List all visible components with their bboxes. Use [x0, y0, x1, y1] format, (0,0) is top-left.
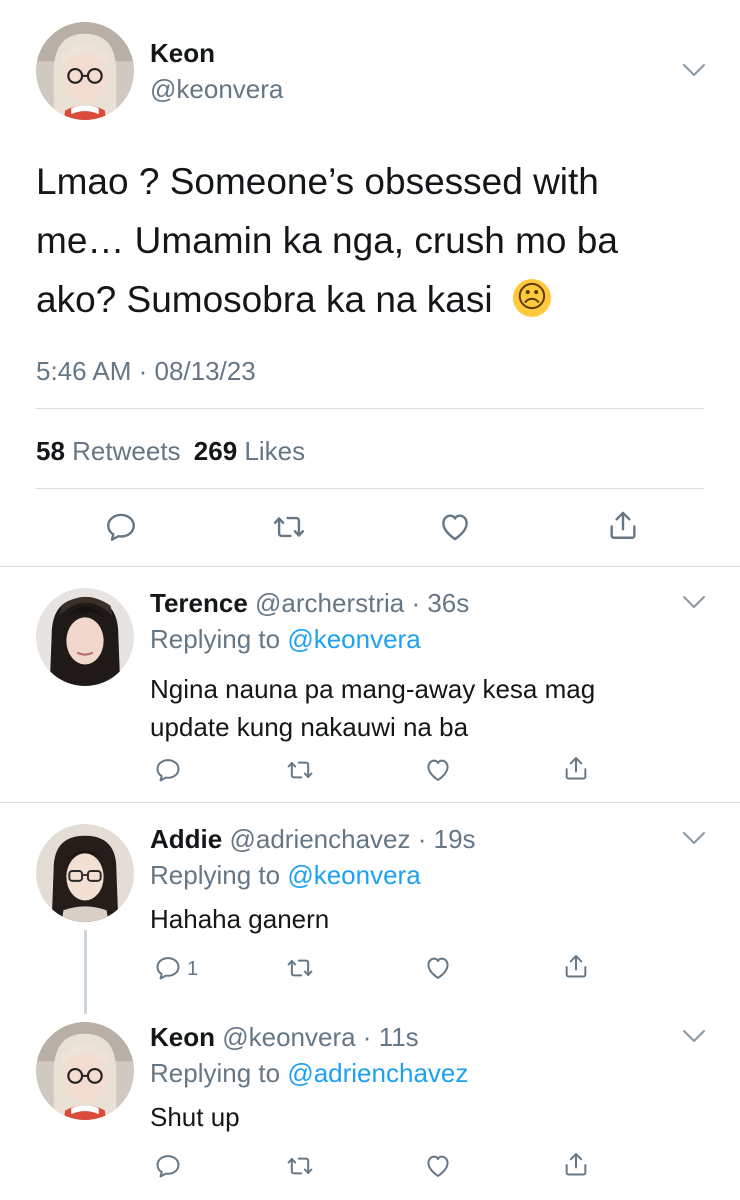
- avatar[interactable]: [36, 824, 134, 922]
- reply-text-line: Shut up: [150, 1102, 240, 1132]
- chevron-down-icon[interactable]: [680, 1026, 708, 1046]
- avatar[interactable]: [36, 588, 134, 686]
- frowning-face-emoji: ☹: [512, 279, 551, 317]
- avatar[interactable]: [36, 1022, 134, 1120]
- tweet-text-line: Lmao ? Someone’s obsessed with: [36, 161, 599, 202]
- replying-to-prefix: Replying to: [150, 624, 281, 654]
- thread-connector-line: [84, 930, 87, 1014]
- reply-header: Terence @archerstria · 36s: [150, 588, 469, 619]
- likes-count: 269: [193, 436, 238, 466]
- share-icon[interactable]: [606, 508, 640, 542]
- retweet-icon[interactable]: [272, 510, 306, 544]
- share-icon[interactable]: [562, 754, 590, 782]
- reply-text: Ngina nauna pa mang-away kesa mag update…: [150, 670, 595, 746]
- avatar-image: [36, 824, 134, 922]
- reply-count: 1: [187, 958, 199, 980]
- share-icon[interactable]: [562, 952, 590, 980]
- replying-to-handle[interactable]: @adrienchavez: [287, 1058, 468, 1088]
- divider: [36, 408, 704, 409]
- like-heart-icon[interactable]: [438, 510, 472, 544]
- replying-to: Replying to @keonvera: [150, 624, 421, 655]
- reply-text-line: Ngina nauna pa mang-away kesa mag: [150, 674, 596, 704]
- replying-to-handle[interactable]: @keonvera: [287, 860, 420, 890]
- retweet-icon[interactable]: [286, 954, 314, 982]
- chevron-down-icon[interactable]: [680, 60, 708, 80]
- avatar[interactable]: [36, 22, 134, 120]
- replying-to-prefix: Replying to: [150, 1058, 281, 1088]
- like-heart-icon[interactable]: [424, 1152, 452, 1180]
- tweet-text-line: ako? Sumosobra ka na kasi ☹: [36, 270, 618, 329]
- engagement-stats: 58 Retweets 269 Likes: [36, 436, 305, 467]
- author-name[interactable]: Terence: [150, 588, 248, 618]
- author-handle[interactable]: @keonvera: [150, 74, 283, 105]
- chevron-down-icon[interactable]: [680, 592, 708, 612]
- reply-text-line: update kung nakauwi na ba: [150, 712, 469, 742]
- reply-icon[interactable]: [154, 756, 182, 784]
- reply-icon[interactable]: [104, 510, 138, 544]
- emoji-glyph: ☹: [516, 280, 548, 315]
- chevron-down-icon[interactable]: [680, 828, 708, 848]
- retweets-count: 58: [36, 436, 65, 466]
- replying-to-handle[interactable]: @keonvera: [287, 624, 420, 654]
- likes-stat[interactable]: 269 Likes: [194, 436, 305, 466]
- replying-to: Replying to @adrienchavez: [150, 1058, 468, 1089]
- author-handle-time[interactable]: @adrienchavez · 19s: [229, 824, 475, 854]
- tweet-text: Lmao ? Someone’s obsessed with me… Umami…: [36, 152, 618, 329]
- section-divider: [0, 802, 740, 803]
- share-icon[interactable]: [562, 1150, 590, 1178]
- reply-icon[interactable]: [154, 1152, 182, 1180]
- like-heart-icon[interactable]: [424, 954, 452, 982]
- like-heart-icon[interactable]: [424, 756, 452, 784]
- author-handle-time[interactable]: @keonvera · 11s: [222, 1022, 418, 1052]
- author-name[interactable]: Keon: [150, 1022, 215, 1052]
- reply-header: Keon @keonvera · 11s: [150, 1022, 419, 1053]
- avatar-image: [36, 22, 134, 120]
- likes-label: Likes: [244, 436, 306, 466]
- reply-text-line: Hahaha ganern: [150, 904, 330, 934]
- avatar-image: [36, 1022, 134, 1120]
- author-handle-time[interactable]: @archerstria · 36s: [255, 588, 469, 618]
- reply-icon[interactable]: [154, 954, 182, 982]
- retweet-icon[interactable]: [286, 756, 314, 784]
- retweets-stat[interactable]: 58 Retweets: [36, 436, 188, 466]
- replying-to-prefix: Replying to: [150, 860, 281, 890]
- divider: [36, 488, 704, 489]
- author-name[interactable]: Keon: [150, 38, 215, 69]
- retweet-icon[interactable]: [286, 1152, 314, 1180]
- author-name[interactable]: Addie: [150, 824, 222, 854]
- avatar-image: [36, 588, 134, 686]
- section-divider: [0, 566, 740, 567]
- replying-to: Replying to @keonvera: [150, 860, 421, 891]
- reply-header: Addie @adrienchavez · 19s: [150, 824, 476, 855]
- tweet-timestamp[interactable]: 5:46 AM · 08/13/23: [36, 356, 256, 387]
- tweet-text-line-content: ako? Sumosobra ka na kasi: [36, 279, 493, 320]
- retweets-label: Retweets: [72, 436, 181, 466]
- tweet-text-line: me… Umamin ka nga, crush mo ba: [36, 220, 618, 261]
